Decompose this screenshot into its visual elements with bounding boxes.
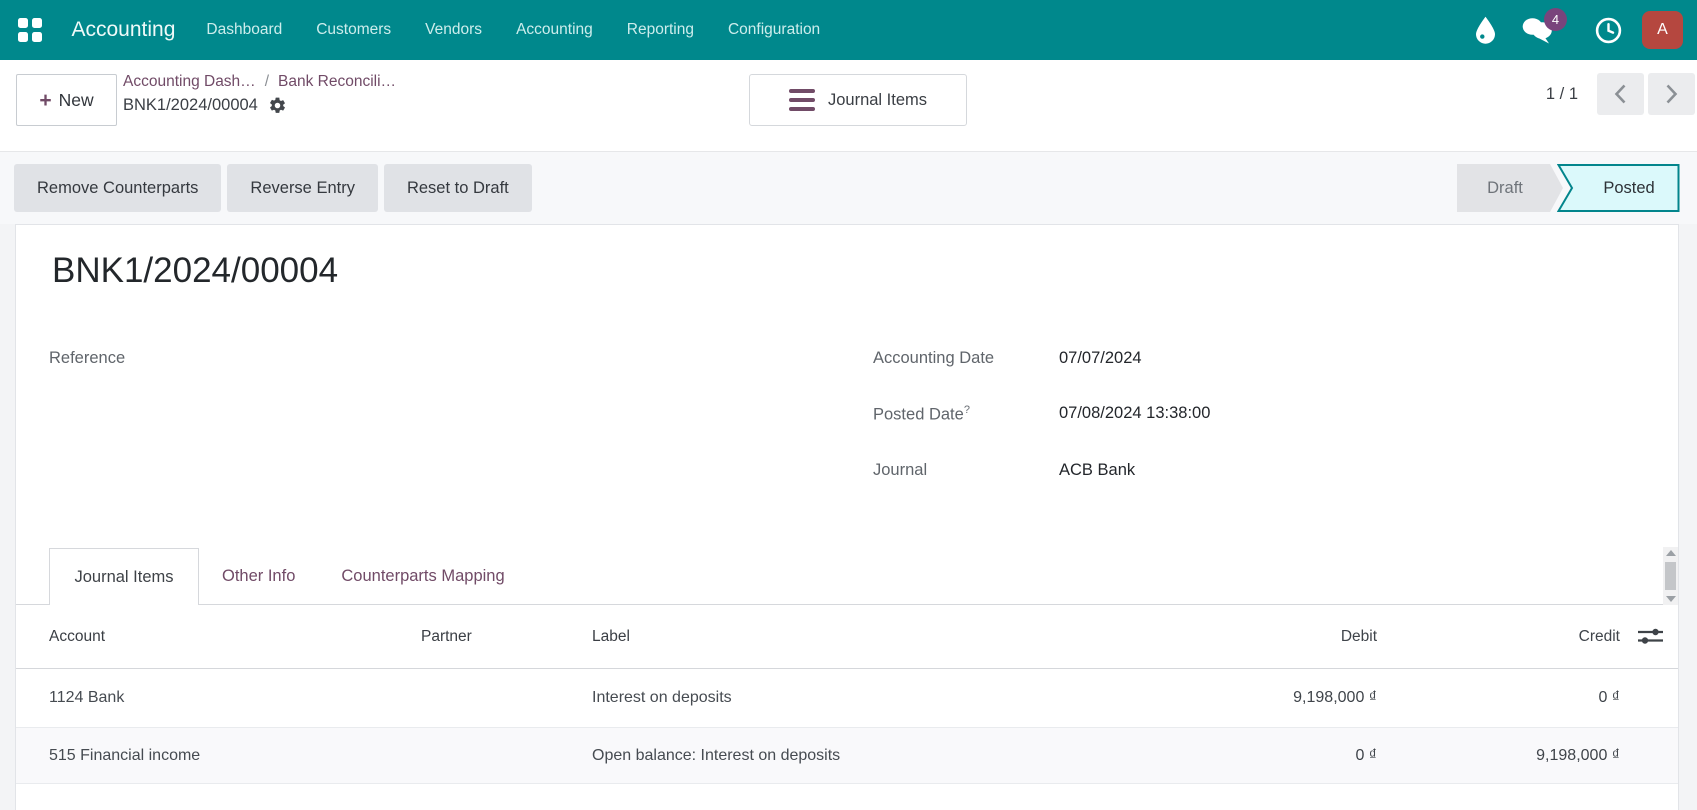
cell-credit[interactable]: 9,198,000 ₫ — [1377, 747, 1620, 765]
droplet-icon[interactable] — [1475, 16, 1496, 44]
menu-item-customers[interactable]: Customers — [299, 0, 408, 60]
list-icon — [789, 89, 815, 112]
posted-date-label: Posted Date? — [873, 404, 1059, 425]
column-header-label[interactable]: Label — [592, 628, 1187, 646]
grid-square — [18, 32, 28, 42]
pager-next-button[interactable] — [1648, 73, 1695, 115]
action-strip: Remove Counterparts Reverse Entry Reset … — [0, 152, 1697, 224]
clock-icon[interactable] — [1595, 17, 1622, 44]
status-posted-label: Posted — [1579, 164, 1679, 212]
cell-debit[interactable]: 0 ₫ — [1187, 747, 1377, 765]
posted-date-value[interactable]: 07/08/2024 13:38:00 — [1059, 404, 1210, 425]
main-menu: Dashboard Customers Vendors Accounting R… — [189, 0, 837, 60]
grid-square — [18, 18, 28, 28]
grid-square — [32, 18, 42, 28]
accounting-date-label: Accounting Date — [873, 349, 1059, 368]
cell-label[interactable]: Open balance: Interest on deposits — [592, 747, 1187, 765]
chat-icon[interactable]: 4 — [1522, 17, 1553, 44]
breadcrumb-accounting-dashboard[interactable]: Accounting Dash… — [123, 73, 256, 91]
grid-square — [32, 32, 42, 42]
smart-button-label: Journal Items — [828, 91, 927, 110]
journal-label: Journal — [873, 461, 1059, 480]
form-sheet: BNK1/2024/00004 Reference Accounting Dat… — [15, 224, 1679, 810]
menu-item-reporting[interactable]: Reporting — [610, 0, 711, 60]
menu-item-dashboard[interactable]: Dashboard — [189, 0, 299, 60]
cell-debit[interactable]: 9,198,000 ₫ — [1187, 689, 1377, 707]
chevron-left-icon — [1613, 83, 1628, 105]
table-header-row: Account Partner Label Debit Credit — [16, 605, 1678, 669]
tab-journal-items[interactable]: Journal Items — [49, 548, 199, 605]
cell-credit[interactable]: 0 ₫ — [1377, 689, 1620, 707]
cell-account[interactable]: 1124 Bank — [49, 689, 421, 707]
action-buttons: Remove Counterparts Reverse Entry Reset … — [14, 164, 532, 212]
page: Accounting Dashboard Customers Vendors A… — [0, 0, 1697, 810]
tab-counterparts-mapping[interactable]: Counterparts Mapping — [318, 548, 527, 605]
record-title[interactable]: BNK1/2024/00004 — [52, 251, 338, 291]
new-button-label: New — [59, 90, 94, 111]
remove-counterparts-button[interactable]: Remove Counterparts — [14, 164, 221, 212]
top-navbar: Accounting Dashboard Customers Vendors A… — [0, 0, 1697, 60]
user-avatar[interactable]: A — [1642, 11, 1683, 49]
breadcrumb-separator: / — [265, 73, 269, 91]
table-row[interactable]: 1124 Bank Interest on deposits 9,198,000… — [16, 669, 1678, 728]
cell-account[interactable]: 515 Financial income — [49, 747, 421, 765]
statusbar: Draft Posted — [1457, 164, 1680, 212]
journal-items-table: Account Partner Label Debit Credit 1124 … — [16, 605, 1678, 784]
reset-to-draft-button[interactable]: Reset to Draft — [384, 164, 532, 212]
column-header-debit[interactable]: Debit — [1187, 628, 1377, 646]
column-header-credit[interactable]: Credit — [1377, 628, 1620, 646]
field-posted-date: Posted Date? 07/08/2024 13:38:00 — [873, 404, 1210, 425]
help-icon: ? — [964, 404, 970, 416]
control-panel: + New Accounting Dash… / Bank Reconcili…… — [0, 60, 1697, 152]
pager: 1 / 1 — [1546, 73, 1695, 115]
notification-badge[interactable]: 4 — [1544, 8, 1567, 31]
cell-label[interactable]: Interest on deposits — [592, 689, 1187, 707]
apps-grid-icon[interactable] — [18, 18, 42, 42]
pager-previous-button[interactable] — [1597, 73, 1644, 115]
scrollbar-thumb[interactable] — [1665, 562, 1676, 590]
column-header-partner[interactable]: Partner — [421, 628, 592, 646]
field-accounting-date: Accounting Date 07/07/2024 — [873, 349, 1210, 368]
vertical-scrollbar[interactable] — [1663, 547, 1678, 605]
new-button[interactable]: + New — [16, 74, 117, 126]
breadcrumb-record-name: BNK1/2024/00004 — [123, 96, 258, 115]
breadcrumb: Accounting Dash… / Bank Reconcili… BNK1/… — [123, 73, 396, 115]
journal-value[interactable]: ACB Bank — [1059, 461, 1135, 480]
plus-icon: + — [39, 90, 51, 111]
field-group-right: Accounting Date 07/07/2024 Posted Date? … — [873, 349, 1210, 516]
journal-items-smart-button[interactable]: Journal Items — [749, 74, 967, 126]
systray: 4 A — [1475, 11, 1683, 49]
status-posted[interactable]: Posted — [1557, 164, 1680, 212]
scroll-down-icon[interactable] — [1666, 596, 1676, 602]
notebook-tabs: Journal Items Other Info Counterparts Ma… — [16, 548, 1678, 605]
pager-value[interactable]: 1 / 1 — [1546, 85, 1578, 104]
menu-item-accounting[interactable]: Accounting — [499, 0, 610, 60]
tab-other-info[interactable]: Other Info — [199, 548, 318, 605]
optional-columns-icon[interactable] — [1620, 627, 1664, 646]
scroll-up-icon[interactable] — [1666, 550, 1676, 556]
field-journal: Journal ACB Bank — [873, 461, 1210, 480]
status-draft[interactable]: Draft — [1457, 164, 1563, 212]
column-header-account[interactable]: Account — [49, 628, 421, 646]
table-row[interactable]: 515 Financial income Open balance: Inter… — [16, 728, 1678, 784]
reverse-entry-button[interactable]: Reverse Entry — [227, 164, 378, 212]
menu-item-configuration[interactable]: Configuration — [711, 0, 837, 60]
app-title[interactable]: Accounting — [72, 18, 176, 42]
reference-label: Reference — [49, 349, 125, 368]
breadcrumb-bank-reconciliation[interactable]: Bank Reconcili… — [278, 73, 396, 91]
gear-icon[interactable] — [268, 96, 287, 115]
chevron-right-icon — [1664, 83, 1679, 105]
accounting-date-value[interactable]: 07/07/2024 — [1059, 349, 1142, 368]
menu-item-vendors[interactable]: Vendors — [408, 0, 499, 60]
